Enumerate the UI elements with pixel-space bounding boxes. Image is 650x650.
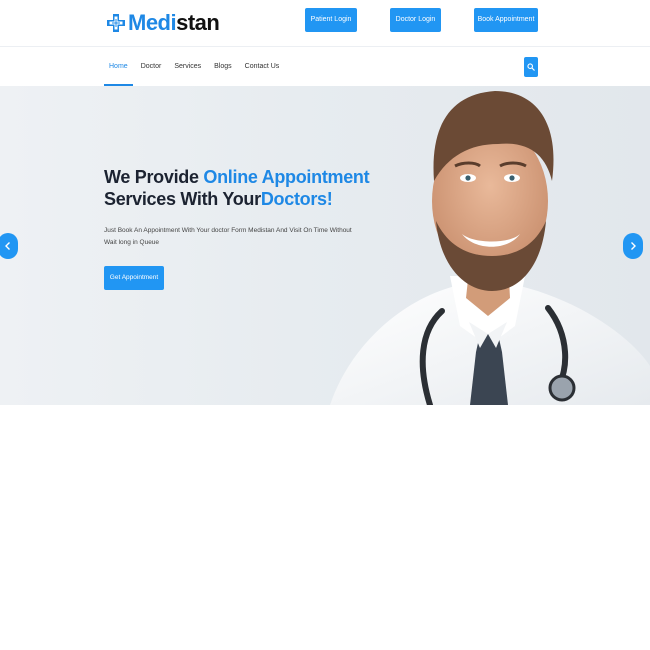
nav-item-services[interactable]: Services [169,47,206,86]
chevron-right-icon [631,242,636,250]
nav-item-blogs[interactable]: Blogs [209,47,237,86]
main-nav: Home Doctor Services Blogs Contact Us [0,47,650,86]
hero-title-line-1: We Provide Online Appointment [104,166,370,188]
doctor-login-button[interactable]: Doctor Login [390,8,441,32]
hero-title-line-1-prefix: We Provide [104,167,204,187]
patient-login-button[interactable]: Patient Login [305,8,357,32]
search-icon [527,63,535,71]
top-bar: Medistan Patient Login Doctor Login Book… [0,0,650,47]
logo-text-medi: Medi [128,10,177,35]
chevron-left-icon [5,242,10,250]
get-appointment-button[interactable]: Get Appointment [104,266,164,290]
hero-slider: We Provide Online Appointment Services W… [0,86,650,405]
book-appointment-button[interactable]: Book Appointment [474,8,538,32]
hero-title-highlight-1: Online Appointment [203,167,370,187]
nav-menu: Home Doctor Services Blogs Contact Us [104,47,287,86]
logo-text-stan: stan [176,10,220,35]
logo[interactable]: Medistan [106,10,220,36]
nav-item-doctor[interactable]: Doctor [136,47,167,86]
logo-text: Medistan [128,10,220,36]
medical-cross-icon [107,14,125,32]
hero-title: We Provide Online Appointment Services W… [104,166,370,210]
hero-subtitle: Just Book An Appointment With Your docto… [104,227,352,246]
hero-title-line-2-prefix: Services With Your [104,189,261,209]
search-button[interactable] [524,57,538,77]
nav-item-home[interactable]: Home [104,47,133,86]
doctor-image [330,91,650,405]
slider-next-button[interactable] [623,233,643,259]
hero-title-line-2: Services With YourDoctors! [104,188,369,210]
slider-prev-button[interactable] [0,233,18,259]
hero-title-highlight-2: Doctors! [260,189,333,209]
nav-item-contact-us[interactable]: Contact Us [240,47,285,86]
